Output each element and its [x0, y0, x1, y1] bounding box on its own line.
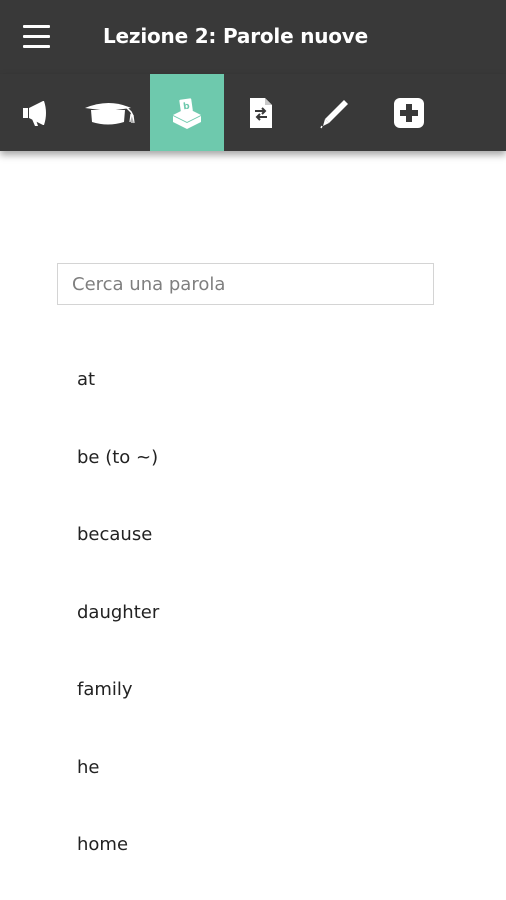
- tab-vocabulary[interactable]: b: [150, 74, 224, 151]
- search-input[interactable]: [57, 263, 434, 305]
- list-item[interactable]: family: [0, 650, 506, 728]
- list-item[interactable]: because: [0, 495, 506, 573]
- app-screen: Lezione 2: Parole nuove b Cerca una paro…: [0, 0, 506, 900]
- hamburger-menu-icon[interactable]: [18, 21, 52, 53]
- vocabulary-box-icon: b: [173, 97, 201, 129]
- tab-translation[interactable]: [224, 74, 298, 151]
- megaphone-icon: [23, 100, 46, 126]
- pen-icon: [320, 99, 348, 128]
- app-bar: Lezione 2: Parole nuove: [0, 0, 506, 74]
- list-item[interactable]: be (to ~): [0, 418, 506, 496]
- page-title: Lezione 2: Parole nuove: [103, 24, 369, 48]
- list-item[interactable]: he: [0, 728, 506, 806]
- document-translate-icon: [250, 97, 272, 128]
- list-item[interactable]: at: [0, 340, 506, 418]
- word-list: at be (to ~) because daughter family he …: [0, 340, 506, 883]
- lesson-toolbar: b: [0, 74, 506, 151]
- list-item[interactable]: daughter: [0, 573, 506, 651]
- tab-writing[interactable]: [298, 74, 372, 151]
- tab-learn[interactable]: [74, 74, 148, 151]
- graduation-cap-icon: [85, 102, 135, 124]
- tab-add[interactable]: [372, 74, 446, 151]
- plus-square-icon: [394, 97, 424, 128]
- tab-listen[interactable]: [0, 74, 74, 151]
- list-item[interactable]: home: [0, 805, 506, 883]
